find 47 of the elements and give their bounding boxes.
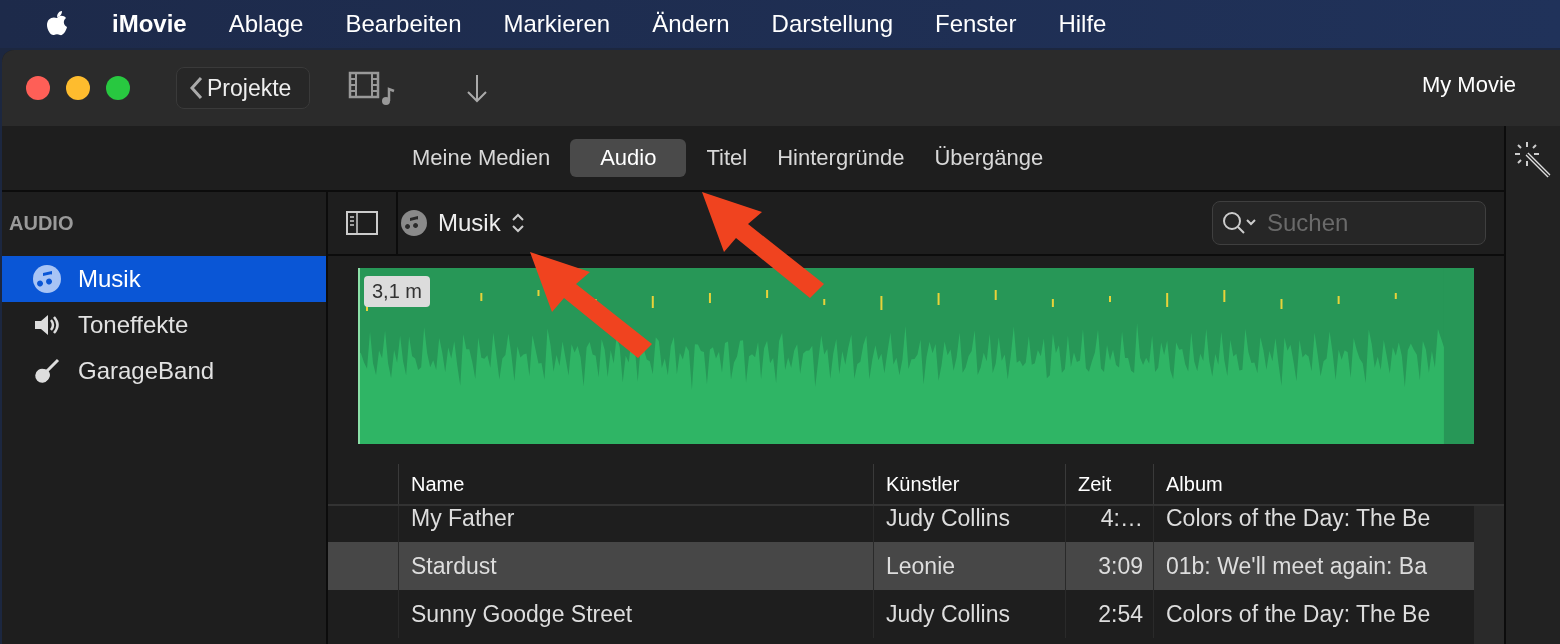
- duration-label: 3,1 m: [364, 276, 431, 307]
- window-control[interactable]: [26, 76, 50, 100]
- table-cell: 2:54: [1065, 590, 1153, 638]
- table-cell: Sunny Goodge Street: [398, 590, 873, 638]
- project-title: My Movie: [1421, 72, 1516, 98]
- menu-item[interactable]: Darstellung: [771, 10, 893, 38]
- media-tab[interactable]: Meine Medien: [402, 139, 561, 177]
- scrollbar[interactable]: [1474, 506, 1504, 644]
- song-row[interactable]: Stardust Leonie 3:09 01b: We'll meet again: Ba: [328, 542, 1474, 590]
- media-tab[interactable]: Hintergründe: [767, 139, 915, 177]
- window-control[interactable]: [106, 76, 130, 100]
- sidebar-item[interactable]: Musik: [2, 256, 326, 302]
- menu-item[interactable]: Markieren: [503, 10, 611, 38]
- media-tab[interactable]: Audio: [570, 139, 687, 177]
- media-tab[interactable]: Titel: [696, 139, 758, 177]
- column-header[interactable]: Künstler: [873, 464, 1065, 504]
- music-note-icon: [400, 209, 428, 237]
- sidebar-heading: AUDIO: [8, 211, 75, 236]
- column-header[interactable]: Album: [1153, 464, 1504, 504]
- menu-item[interactable]: Ändern: [652, 10, 730, 38]
- column-header[interactable]: Zeit: [1065, 464, 1153, 504]
- updown-chevron-icon: [510, 212, 525, 234]
- media-tab[interactable]: Übergänge: [924, 139, 1054, 177]
- magic-wand-icon[interactable]: [1513, 140, 1553, 180]
- table-cell: 3:09: [1065, 542, 1153, 590]
- music-note-icon: [32, 264, 62, 294]
- back-button[interactable]: Projekte: [176, 67, 311, 109]
- sidebar-item[interactable]: GarageBand: [2, 348, 326, 394]
- source-dropdown[interactable]: Musik: [400, 209, 525, 237]
- table-cell: Leonie: [873, 542, 1065, 590]
- sidebar-item[interactable]: Toneffekte: [2, 302, 326, 348]
- menu-item[interactable]: Fenster: [935, 10, 1017, 38]
- chevron-left-icon: [189, 76, 203, 100]
- sidebar-item-label: Toneffekte: [78, 311, 189, 339]
- menu-item[interactable]: Hilfe: [1058, 10, 1107, 38]
- app-menu[interactable]: iMovie: [112, 10, 187, 38]
- guitar-icon: [32, 356, 62, 386]
- menu-item[interactable]: Bearbeiten: [345, 10, 462, 38]
- sidebar-item-label: Musik: [78, 265, 141, 293]
- table-cell: Stardust: [398, 542, 873, 590]
- search-field[interactable]: Suchen: [1212, 201, 1486, 245]
- table-cell: Judy Collins: [873, 590, 1065, 638]
- sidebar-toggle-icon[interactable]: [346, 211, 378, 235]
- menu-item[interactable]: Ablage: [228, 10, 304, 38]
- column-header[interactable]: Name: [398, 464, 873, 504]
- sidebar-item-label: GarageBand: [78, 357, 215, 385]
- window-control[interactable]: [66, 76, 90, 100]
